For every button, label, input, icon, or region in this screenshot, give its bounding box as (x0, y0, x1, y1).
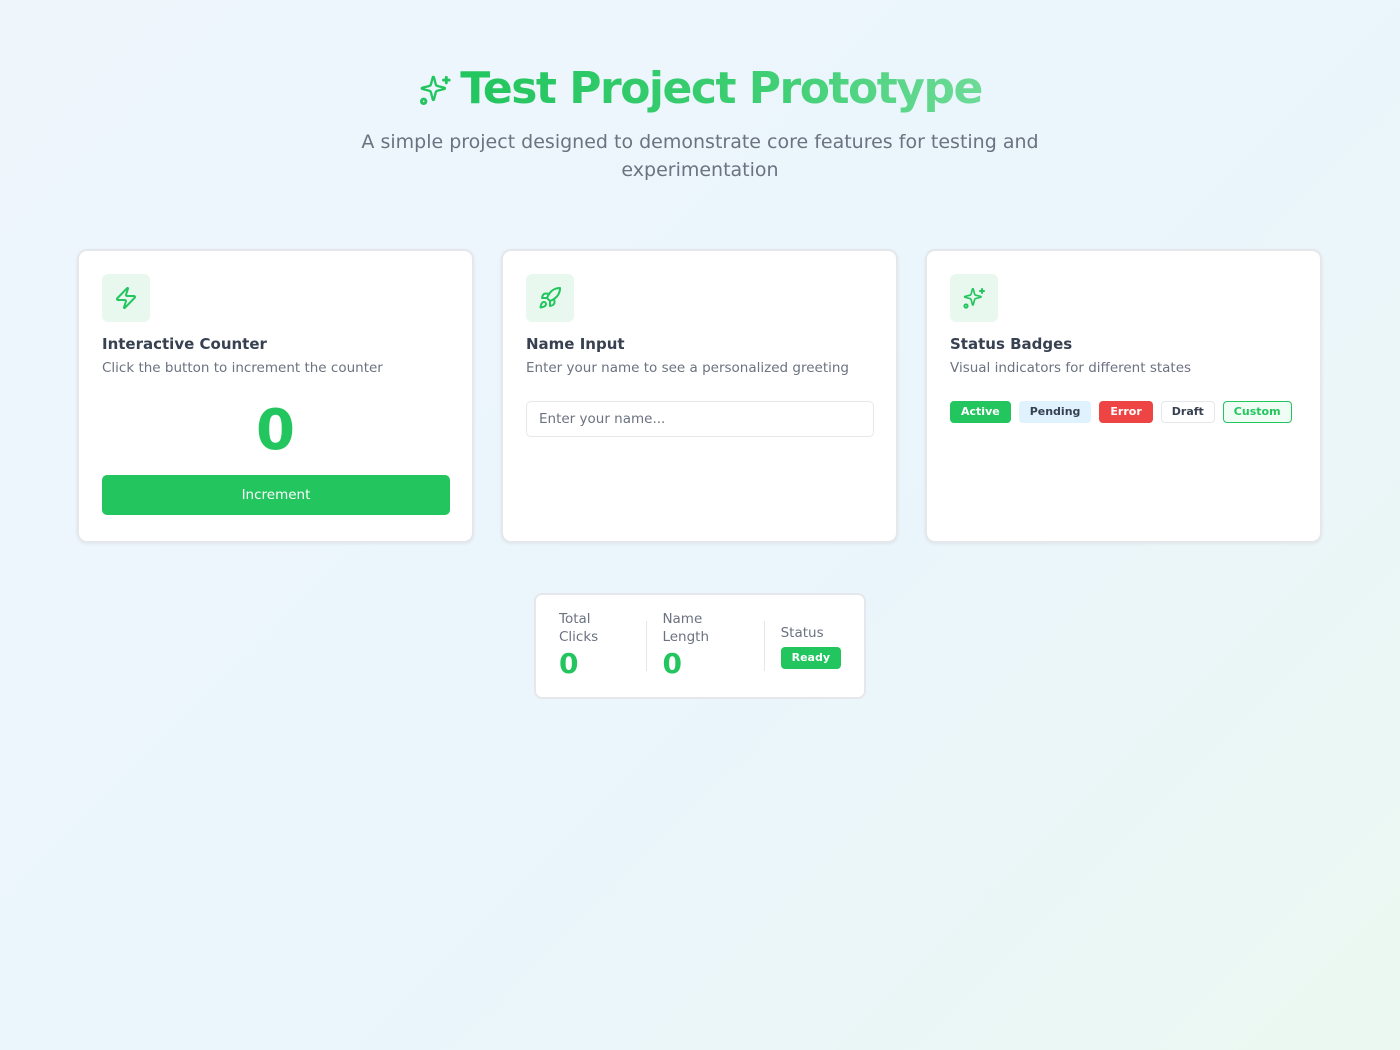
status-badge: Ready (780, 646, 841, 669)
counter-value: 0 (256, 398, 295, 463)
increment-button[interactable]: Increment (102, 475, 450, 515)
stat-name-length: Name Length 0 (662, 610, 747, 682)
badge-error: Error (1099, 401, 1153, 423)
lightning-icon (102, 274, 150, 322)
title-row: Test Project Prototype (0, 58, 1400, 118)
rocket-icon (526, 274, 574, 322)
stat-divider (763, 621, 765, 671)
counter-card-title: Interactive Counter (102, 335, 267, 353)
page-header: Test Project Prototype A simple project … (0, 58, 1400, 184)
page-title: Test Project Prototype (460, 62, 983, 114)
counter-card-description: Click the button to increment the counte… (102, 360, 383, 376)
sparkles-icon (950, 274, 998, 322)
badge-active: Active (950, 401, 1011, 423)
stat-divider (645, 621, 647, 671)
stats-panel: Total Clicks 0 Name Length 0 Status Read… (534, 593, 866, 699)
total-clicks-label: Total Clicks (559, 611, 599, 645)
status-label: Status (780, 624, 824, 641)
badge-pending: Pending (1018, 401, 1092, 423)
name-length-label: Name Length (662, 611, 710, 645)
name-input-card-title: Name Input (526, 335, 625, 353)
stat-total-clicks: Total Clicks 0 (559, 610, 630, 682)
sparkles-icon (418, 73, 452, 107)
status-badges-card: Status Badges Visual indicators for diff… (925, 249, 1322, 543)
name-input-card: Name Input Enter your name to see a pers… (501, 249, 898, 543)
status-badges-card-title: Status Badges (950, 335, 1073, 353)
page-subtitle: A simple project designed to demonstrate… (361, 131, 1039, 181)
name-input-field[interactable] (526, 401, 874, 437)
status-badges-card-description: Visual indicators for different states (950, 360, 1192, 376)
name-length-value: 0 (662, 647, 682, 680)
badge-list: Active Pending Error Draft Custom (950, 401, 1297, 423)
name-input-card-description: Enter your name to see a personalized gr… (526, 360, 849, 376)
stat-status: Status Ready (780, 624, 841, 669)
badge-custom: Custom (1222, 401, 1292, 423)
total-clicks-value: 0 (559, 647, 579, 680)
counter-card: Interactive Counter Click the button to … (77, 249, 474, 543)
badge-draft: Draft (1160, 401, 1215, 423)
